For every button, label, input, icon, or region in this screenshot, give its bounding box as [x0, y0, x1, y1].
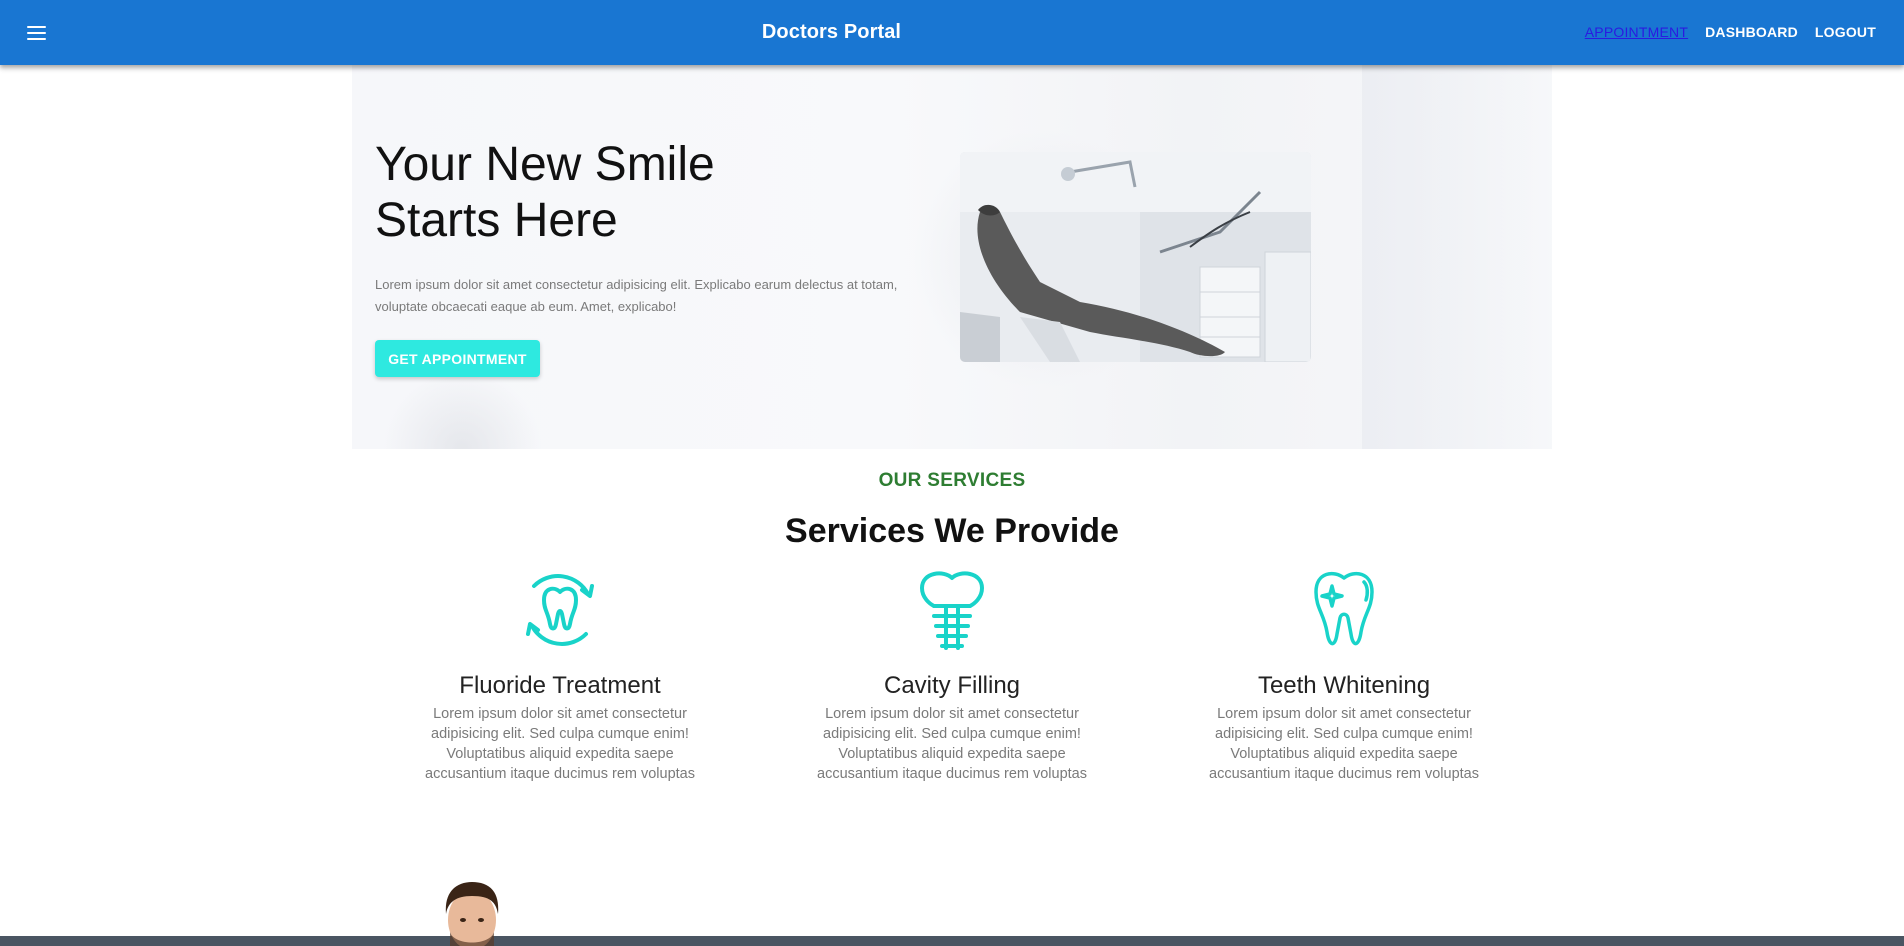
service-card-fluoride: Fluoride Treatment Lorem ipsum dolor sit…: [390, 568, 730, 784]
service-card-whitening: Teeth Whitening Lorem ipsum dolor sit am…: [1174, 568, 1514, 784]
hero-description: Lorem ipsum dolor sit amet consectetur a…: [375, 277, 898, 314]
service-name: Fluoride Treatment: [459, 672, 661, 699]
service-card-cavity: Cavity Filling Lorem ipsum dolor sit ame…: [782, 568, 1122, 784]
hero-title-line1: Your New Smile: [375, 138, 715, 191]
service-description: Lorem ipsum dolor sit amet consectetur a…: [425, 706, 695, 782]
appointment-banner-strip: [0, 936, 1904, 946]
nav-logout[interactable]: LOGOUT: [1815, 24, 1876, 40]
service-description: Lorem ipsum dolor sit amet consectetur a…: [817, 706, 1087, 782]
service-name: Cavity Filling: [883, 672, 1021, 699]
service-description: Lorem ipsum dolor sit amet consectetur a…: [1209, 706, 1479, 782]
services-title: Services We Provide: [785, 512, 1119, 550]
app-title: Doctors Portal: [761, 21, 902, 43]
tooth-implant-icon: [920, 571, 984, 650]
hero-title-line2: Starts Here: [375, 194, 618, 247]
doctor-image: [436, 880, 508, 946]
top-nav: APPOINTMENT DASHBOARD LOGOUT: [1585, 24, 1876, 40]
service-name: Teeth Whitening: [1257, 672, 1431, 699]
hero-background: [352, 49, 1552, 449]
tooth-sparkle-icon: [1314, 571, 1374, 646]
nav-appointment[interactable]: APPOINTMENT: [1585, 24, 1688, 40]
nav-dashboard[interactable]: DASHBOARD: [1705, 24, 1798, 40]
hero-title: Your New Smile Starts Here: [375, 137, 795, 249]
tooth-cycle-icon: [526, 574, 594, 646]
app-bar: Doctors Portal APPOINTMENT DASHBOARD LOG…: [0, 0, 1904, 65]
dental-chair-image: [960, 152, 1311, 362]
get-appointment-button[interactable]: GET APPOINTMENT: [375, 340, 540, 377]
services-kicker: OUR SERVICES: [878, 470, 1026, 491]
